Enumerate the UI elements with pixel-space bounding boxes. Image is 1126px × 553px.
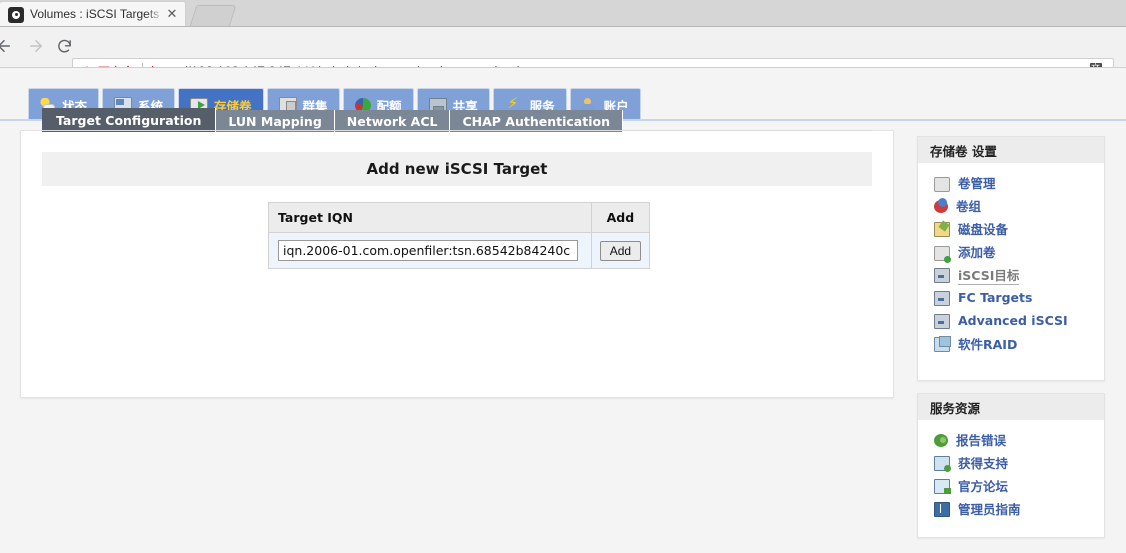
sidebar-item-iscsi-target[interactable]: iSCSI目标 bbox=[918, 263, 1104, 286]
iscsi-target-table: Target IQN Add Add bbox=[268, 202, 651, 269]
drive-icon bbox=[934, 176, 950, 192]
sidebar-item-label: 官方论坛 bbox=[958, 479, 1009, 494]
target-iqn-cell bbox=[268, 232, 592, 269]
sidebar-item-label: 管理员指南 bbox=[958, 502, 1021, 517]
sidebar-item-software-raid[interactable]: 软件RAID bbox=[918, 332, 1104, 355]
admin-guide-icon bbox=[934, 501, 950, 517]
new-tab-button[interactable] bbox=[189, 5, 237, 27]
browser-tab[interactable]: Volumes : iSCSI Targets ✕ bbox=[0, 2, 185, 27]
software-raid-icon bbox=[934, 335, 951, 352]
sidebar-list: 报告错误获得支持官方论坛管理员指南 bbox=[918, 420, 1104, 520]
page-title: Add new iSCSI Target bbox=[42, 152, 872, 186]
sub-tab-network-acl[interactable]: Network ACL bbox=[334, 110, 451, 132]
sidebar-item-advanced-iscsi[interactable]: Advanced iSCSI bbox=[918, 309, 1104, 332]
sidebar-item-add-volume[interactable]: 添加卷 bbox=[918, 240, 1104, 263]
sidebar-box-volumes-settings: 存储卷 设置卷管理卷组磁盘设备添加卷 iSCSI目标 FC Targets Advan… bbox=[917, 136, 1105, 381]
sidebar-item-disk-edit[interactable]: 磁盘设备 bbox=[918, 217, 1104, 240]
forward-button bbox=[22, 32, 50, 60]
table-header-row: Target IQN Add bbox=[268, 202, 651, 233]
sidebar-item-label: Advanced iSCSI bbox=[958, 313, 1068, 328]
volume-group-icon bbox=[934, 197, 948, 213]
sidebar-item-forum[interactable]: 官方论坛 bbox=[918, 474, 1104, 497]
sidebar-item-label: 磁盘设备 bbox=[958, 222, 1009, 237]
sidebar-item-bug-report[interactable]: 报告错误 bbox=[918, 428, 1104, 451]
sidebar-item-label: 软件RAID bbox=[958, 337, 1018, 352]
add-cell: Add bbox=[590, 232, 651, 269]
sidebar-item-label: 卷组 bbox=[956, 199, 982, 214]
sub-tab-target-configuration[interactable]: Target Configuration bbox=[42, 108, 217, 132]
column-header-target-iqn: Target IQN bbox=[268, 202, 592, 233]
sub-navigation-rule bbox=[42, 130, 872, 131]
disk-edit-icon bbox=[934, 222, 950, 237]
sidebar-box-title: 存储卷 设置 bbox=[918, 137, 1104, 163]
favicon-icon bbox=[8, 6, 24, 23]
column-header-add: Add bbox=[590, 202, 651, 233]
sidebar-box-service-resources: 服务资源报告错误获得支持官方论坛管理员指南 bbox=[917, 393, 1105, 538]
get-support-icon bbox=[934, 455, 951, 472]
reload-icon[interactable] bbox=[50, 32, 78, 60]
sidebar-item-volume-group[interactable]: 卷组 bbox=[918, 194, 1104, 217]
bug-report-icon bbox=[934, 433, 948, 447]
sidebar-item-label: FC Targets bbox=[958, 290, 1033, 305]
back-button[interactable] bbox=[0, 32, 18, 60]
add-volume-icon bbox=[934, 245, 951, 263]
fc-target-icon bbox=[934, 291, 950, 306]
browser-toolbar: 不安全 https://192.168.147.247:446/admin/vo… bbox=[0, 27, 1126, 84]
sub-tab-lun-mapping[interactable]: LUN Mapping bbox=[216, 110, 335, 132]
forum-icon bbox=[934, 479, 951, 494]
sidebar-item-label: 卷管理 bbox=[958, 176, 996, 191]
sidebar-item-label: iSCSI目标 bbox=[958, 265, 1020, 285]
sidebar-item-label: 获得支持 bbox=[958, 456, 1009, 471]
sidebar-item-drive[interactable]: 卷管理 bbox=[918, 171, 1104, 194]
sub-navigation: Target Configuration LUN Mapping Network A… bbox=[42, 108, 623, 132]
iscsi-target-icon bbox=[934, 268, 950, 283]
sidebar-list: 卷管理卷组磁盘设备添加卷 iSCSI目标 FC Targets Advanced iS… bbox=[918, 163, 1104, 355]
tab-title: Volumes : iSCSI Targets bbox=[30, 7, 160, 21]
sidebar-item-label: 报告错误 bbox=[956, 433, 1007, 448]
page-viewport: 状态系统存储卷群集配额共享服务账户 Target ConfigurationLU… bbox=[0, 68, 1126, 553]
close-icon[interactable]: ✕ bbox=[165, 8, 179, 22]
tab-strip: Volumes : iSCSI Targets ✕ bbox=[0, 0, 1126, 27]
browser-chrome: Volumes : iSCSI Targets ✕ 不安全 https://19… bbox=[0, 0, 1126, 84]
add-button[interactable]: Add bbox=[599, 240, 642, 261]
sidebar-item-label: 添加卷 bbox=[958, 245, 996, 260]
sidebar-item-fc-target[interactable]: FC Targets bbox=[918, 286, 1104, 309]
sidebar-box-title: 服务资源 bbox=[918, 394, 1104, 420]
sidebar-item-get-support[interactable]: 获得支持 bbox=[918, 451, 1104, 474]
target-iqn-input[interactable] bbox=[278, 240, 578, 261]
table-row: Add bbox=[268, 232, 651, 269]
advanced-iscsi-icon bbox=[934, 314, 950, 329]
sidebar-item-admin-guide[interactable]: 管理员指南 bbox=[918, 497, 1104, 520]
sub-tab-chap-authentication[interactable]: CHAP Authentication bbox=[450, 110, 623, 132]
